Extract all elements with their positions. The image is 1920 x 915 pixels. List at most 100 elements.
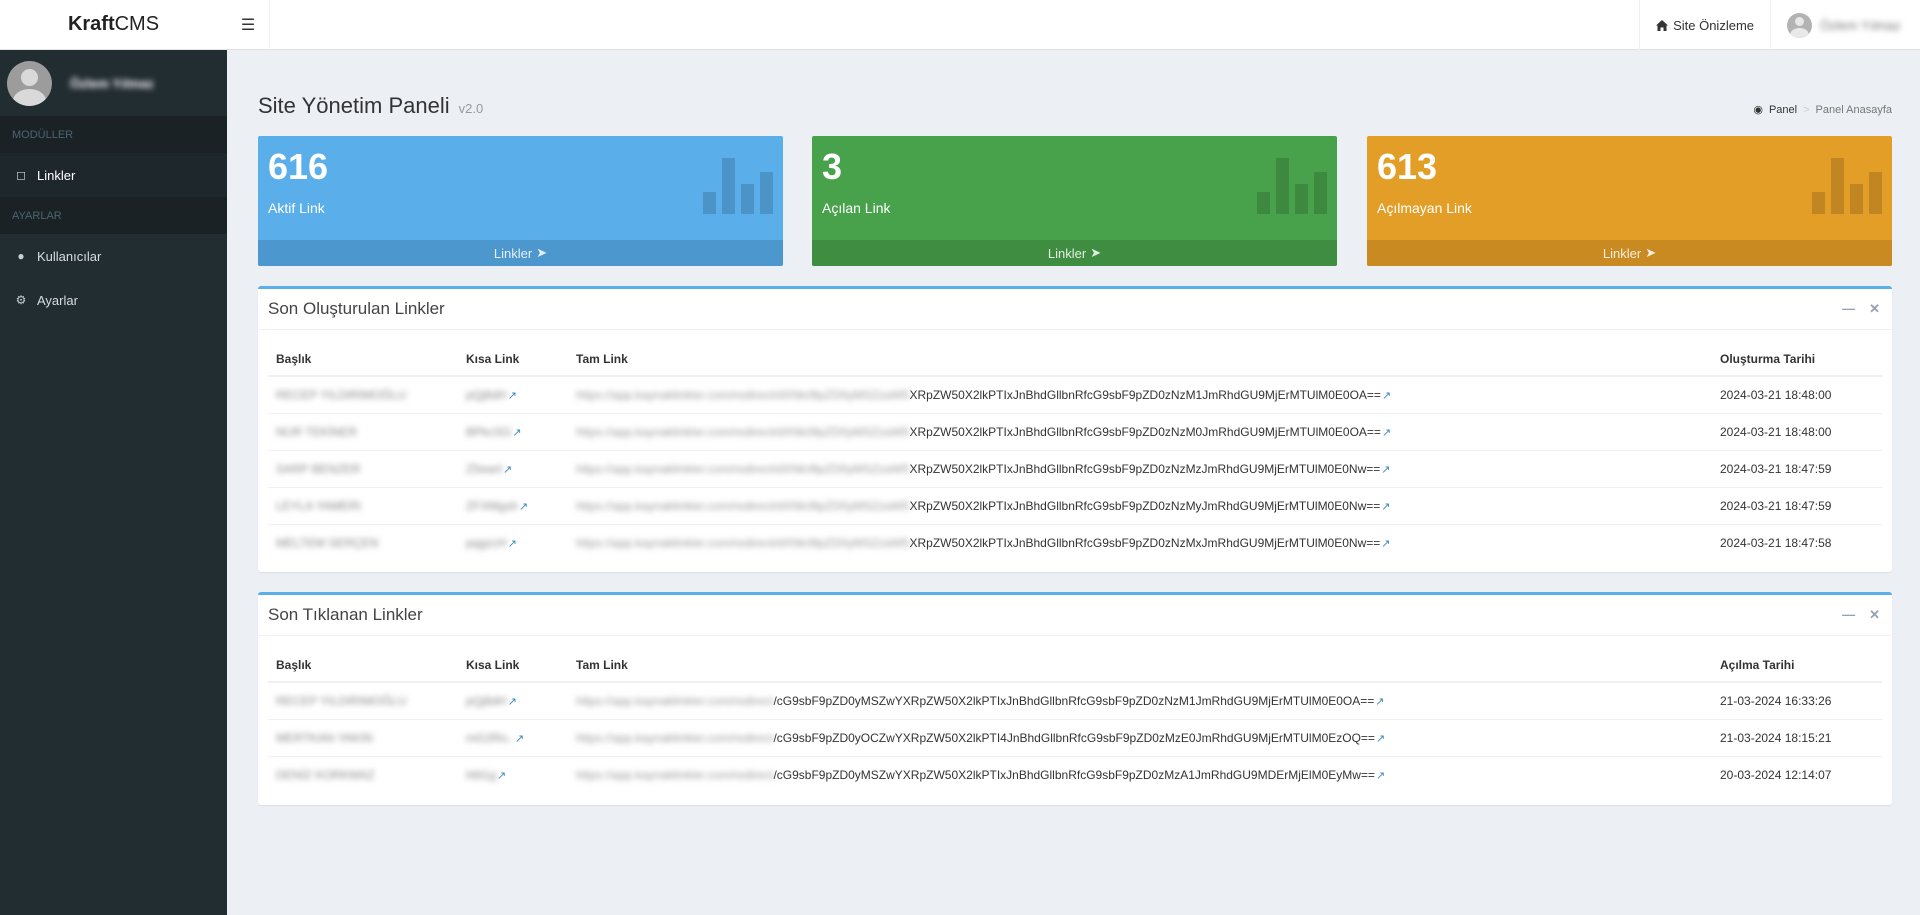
logo-light: CMS: [114, 13, 160, 35]
recent-created-box: Son Oluşturulan Linkler — ✕ Başlık Kısa …: [258, 286, 1892, 572]
external-link-icon[interactable]: ↗: [1376, 770, 1385, 782]
sidebar: Özlem Yılmaz MODÜLLER ◻ Linkler AYARLAR …: [0, 50, 227, 915]
external-link-icon[interactable]: ↗: [1381, 464, 1390, 476]
sidebar-item-links[interactable]: ◻ Linkler: [0, 153, 227, 197]
breadcrumb-current: Panel Anasayfa: [1815, 103, 1892, 116]
external-link-icon[interactable]: ↗: [503, 464, 512, 476]
full-link-cell: https://app.kaynaklinkler.com/redirect/c…: [568, 755, 1712, 793]
stat-footer-link[interactable]: Linkler ➤: [1367, 240, 1892, 266]
avatar: [1787, 12, 1812, 38]
external-link-icon[interactable]: ↗: [1382, 427, 1391, 439]
breadcrumb: ◉ Panel > Panel Anasayfa: [1753, 103, 1892, 117]
row-title: LEYLA YAMERI: [268, 486, 458, 524]
minimize-icon[interactable]: —: [1842, 607, 1855, 623]
short-link[interactable]: ZFXMgsh: [466, 499, 518, 513]
external-link-icon[interactable]: ↗: [497, 770, 506, 782]
short-link[interactable]: pqgzcH: [466, 536, 507, 550]
sidebar-avatar: [7, 60, 52, 106]
sidebar-section-modules: MODÜLLER: [0, 116, 227, 153]
full-link-visible[interactable]: XRpZW50X2lkPTIxJnBhdGllbnRfcG9sbF9pZD0zN…: [909, 462, 1380, 476]
close-icon[interactable]: ✕: [1869, 301, 1880, 317]
full-link-visible[interactable]: /cG9sbF9pZD0yMSZwYXRpZW50X2lkPTIxJnBhdGl…: [773, 768, 1375, 782]
full-link-hidden[interactable]: https://app.kaynaklinkler.com/redirect/d…: [576, 536, 909, 550]
full-link-visible[interactable]: /cG9sbF9pZD0yOCZwYXRpZW50X2lkPTI4JnBhdGl…: [773, 731, 1375, 745]
external-link-icon[interactable]: ↗: [1382, 390, 1391, 402]
short-link[interactable]: pQj8dH: [466, 388, 507, 402]
user-menu-button[interactable]: Özlem Yılmaz: [1770, 0, 1920, 50]
full-link-hidden[interactable]: https://app.kaynaklinkler.com/redirect: [576, 694, 773, 708]
home-icon: [1656, 19, 1669, 31]
recent-created-table: Başlık Kısa Link Tam Link Oluşturma Tari…: [268, 340, 1882, 561]
external-link-icon[interactable]: ↗: [508, 390, 517, 402]
full-link-visible[interactable]: XRpZW50X2lkPTIxJnBhdGllbnRfcG9sbF9pZD0zN…: [909, 499, 1380, 513]
full-link-visible[interactable]: XRpZW50X2lkPTIxJnBhdGllbnRfcG9sbF9pZD0zN…: [909, 388, 1380, 402]
short-link[interactable]: pQj8dH: [466, 694, 507, 708]
sidebar-item-settings[interactable]: ⚙ Ayarlar: [0, 278, 227, 322]
external-link-icon[interactable]: ↗: [508, 696, 517, 708]
row-date: 2024-03-21 18:48:00: [1712, 412, 1882, 450]
stat-boxes: 616 Aktif Link Linkler ➤ 3 Açılan Link Li…: [258, 136, 1892, 266]
minimize-icon[interactable]: —: [1842, 301, 1855, 317]
short-link-cell: h6t1g↗: [458, 755, 568, 793]
short-link-cell: Z5ewrl↗: [458, 449, 568, 487]
recent-clicked-table: Başlık Kısa Link Tam Link Açılma Tarihi …: [268, 646, 1882, 793]
full-link-hidden[interactable]: https://app.kaynaklinkler.com/redirect/d…: [576, 499, 909, 513]
external-link-icon[interactable]: ↗: [512, 427, 521, 439]
table-row: LEYLA YAMERI ZFXMgsh↗ https://app.kaynak…: [268, 486, 1882, 524]
site-preview-label: Site Önizleme: [1673, 17, 1754, 33]
external-link-icon[interactable]: ↗: [1381, 538, 1390, 550]
close-icon[interactable]: ✕: [1869, 607, 1880, 623]
gear-icon: ⚙: [15, 293, 27, 307]
link-icon: ◻: [16, 168, 26, 182]
full-link-hidden[interactable]: https://app.kaynaklinkler.com/redirect: [576, 731, 773, 745]
site-preview-button[interactable]: Site Önizleme: [1639, 0, 1770, 50]
external-link-icon[interactable]: ↗: [1376, 733, 1385, 745]
full-link-hidden[interactable]: https://app.kaynaklinkler.com/redirect: [576, 768, 773, 782]
stat-footer-link[interactable]: Linkler ➤: [812, 240, 1337, 266]
page-title: Site Yönetim Paneli: [258, 93, 450, 118]
short-link[interactable]: Z5ewrl: [466, 462, 502, 476]
full-link-visible[interactable]: /cG9sbF9pZD0yMSZwYXRpZW50X2lkPTIxJnBhdGl…: [773, 694, 1374, 708]
full-link-hidden[interactable]: https://app.kaynaklinkler.com/redirect/d…: [576, 462, 909, 476]
stat-footer-link[interactable]: Linkler ➤: [258, 240, 783, 266]
row-title: MERTKAN YAKIN: [268, 718, 458, 756]
full-link-visible[interactable]: XRpZW50X2lkPTIxJnBhdGllbnRfcG9sbF9pZD0zN…: [909, 425, 1380, 439]
stat-label: Aktif Link: [268, 200, 325, 216]
column-header: Başlık: [268, 646, 458, 683]
box-tools: — ✕: [1842, 607, 1880, 623]
full-link-hidden[interactable]: https://app.kaynaklinkler.com/redirect/d…: [576, 388, 909, 402]
sidebar-item-users[interactable]: ● Kullanıcılar: [0, 234, 227, 278]
short-link[interactable]: h6t1g: [466, 768, 496, 782]
external-link-icon[interactable]: ↗: [519, 501, 528, 513]
full-link-hidden[interactable]: https://app.kaynaklinkler.com/redirect/d…: [576, 425, 909, 439]
app-logo[interactable]: Kraft CMS: [0, 0, 227, 50]
external-link-icon[interactable]: ↗: [508, 538, 517, 550]
stat-box-active: 616 Aktif Link Linkler ➤: [258, 136, 783, 266]
full-link-visible[interactable]: XRpZW50X2lkPTIxJnBhdGllbnRfcG9sbF9pZD0zN…: [909, 536, 1380, 550]
external-link-icon[interactable]: ↗: [1375, 696, 1384, 708]
row-date: 21-03-2024 16:33:26: [1712, 681, 1882, 719]
short-link[interactable]: BPkcSG: [466, 425, 511, 439]
table-row: RECEP YILDIRIMOĞLU pQj8dH↗ https://app.k…: [268, 681, 1882, 719]
full-link-cell: https://app.kaynaklinkler.com/redirect/d…: [568, 449, 1712, 487]
full-link-cell: https://app.kaynaklinkler.com/redirect/c…: [568, 681, 1712, 719]
main-content: Site Yönetim Paneli v2.0 ◉ Panel > Panel…: [258, 93, 1892, 805]
stat-value: 3: [822, 146, 843, 187]
row-date: 2024-03-21 18:48:00: [1712, 375, 1882, 413]
short-link[interactable]: mG2Ro..: [466, 731, 514, 745]
recent-clicked-box: Son Tıklanan Linkler — ✕ Başlık Kısa Lin…: [258, 592, 1892, 805]
breadcrumb-home-link[interactable]: Panel: [1769, 104, 1797, 116]
row-date: 2024-03-21 18:47:59: [1712, 449, 1882, 487]
row-date: 20-03-2024 12:14:07: [1712, 755, 1882, 793]
column-header: Tam Link: [568, 340, 1712, 377]
external-link-icon[interactable]: ↗: [515, 733, 524, 745]
user-name: Özlem Yılmaz: [1820, 17, 1901, 33]
box-title: Son Oluşturulan Linkler: [268, 299, 445, 318]
table-row: MERTKAN YAKIN mG2Ro..↗ https://app.kayna…: [268, 718, 1882, 756]
sidebar-section-settings: AYARLAR: [0, 197, 227, 234]
sidebar-toggle-button[interactable]: ☰: [227, 0, 270, 50]
box-header: Son Oluşturulan Linkler — ✕: [258, 289, 1892, 330]
stat-label: Açılan Link: [822, 200, 891, 216]
table-row: DENİZ KORKMAZ h6t1g↗ https://app.kaynakl…: [268, 755, 1882, 793]
external-link-icon[interactable]: ↗: [1381, 501, 1390, 513]
